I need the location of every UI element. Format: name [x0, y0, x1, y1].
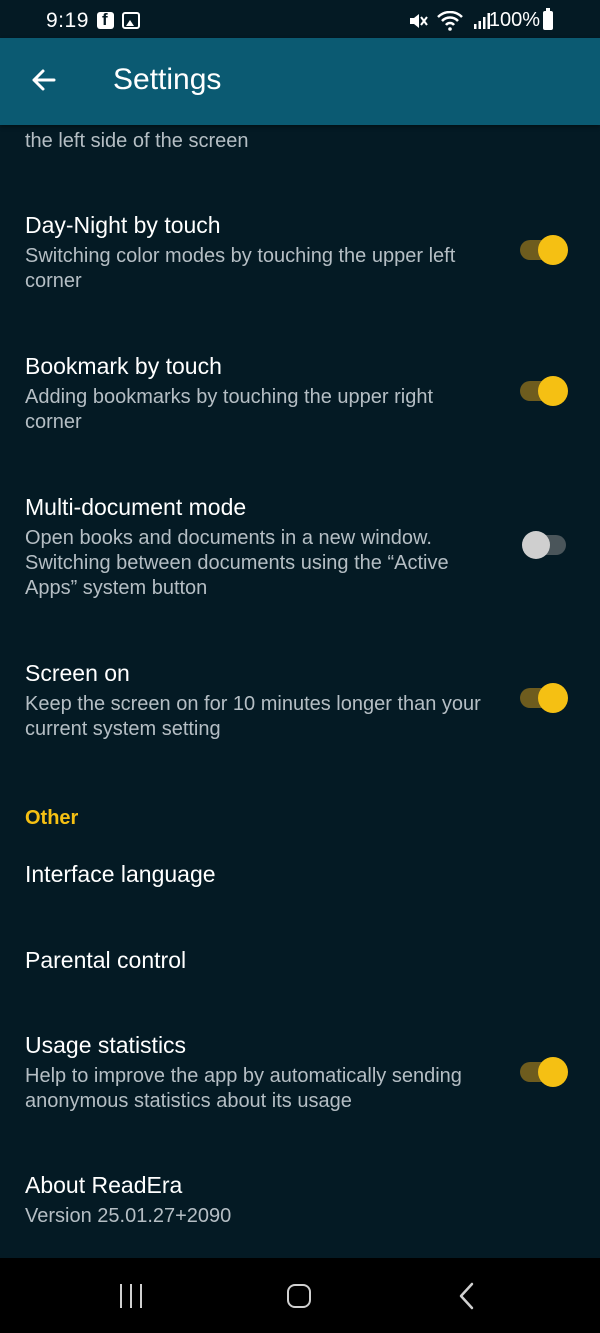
settings-item-title: About ReadEra — [25, 1172, 183, 1198]
settings-item-description: Version 25.01.27+2090 — [25, 1205, 232, 1227]
arrow-left-icon — [32, 69, 56, 91]
system-navigation-bar — [0, 1258, 600, 1333]
status-icons — [408, 10, 491, 32]
app-bar: Settings — [0, 38, 600, 125]
section-header-other: Other — [25, 807, 79, 829]
recent-apps-icon[interactable] — [118, 1284, 146, 1308]
settings-item-parental-control[interactable]: Parental control — [0, 931, 600, 991]
settings-item-partial[interactable]: the left side of the screen — [0, 125, 600, 165]
battery-icon — [543, 8, 553, 30]
status-time: 9:19 — [46, 9, 89, 32]
battery-percent: 100% — [488, 9, 540, 31]
photo-icon — [122, 12, 140, 29]
settings-item-title: Bookmark by touch — [25, 353, 222, 379]
status-bar: 9:19 f 100% — [0, 0, 600, 38]
settings-item-day-night[interactable]: Day-Night by touch Switching color modes… — [0, 205, 600, 305]
settings-item-about[interactable]: About ReadEra Version 25.01.27+2090 — [0, 1165, 600, 1245]
settings-item-title: Day-Night by touch — [25, 212, 221, 238]
settings-item-bookmark[interactable]: Bookmark by touch Adding bookmarks by to… — [0, 346, 600, 446]
settings-item-title: Parental control — [25, 947, 187, 973]
settings-item-description: Adding bookmarks by touching the upper r… — [25, 386, 434, 433]
settings-item-description: Keep the screen on for 10 minutes longer… — [25, 693, 481, 740]
settings-item-usage-statistics[interactable]: Usage statistics Help to improve the app… — [0, 1025, 600, 1125]
page-title: Settings — [113, 63, 222, 96]
settings-item-interface-language[interactable]: Interface language — [0, 845, 600, 905]
settings-item-title: Multi-document mode — [25, 494, 247, 520]
multi-document-toggle[interactable] — [518, 528, 570, 562]
wifi-icon — [437, 10, 464, 31]
settings-item-title: Interface language — [25, 861, 216, 887]
settings-item-title: Screen on — [25, 660, 130, 686]
bookmark-toggle[interactable] — [518, 374, 570, 408]
day-night-toggle[interactable] — [518, 233, 570, 267]
settings-item-description: Open books and documents in a new window… — [25, 527, 449, 599]
facebook-icon: f — [97, 10, 114, 29]
settings-item-description: the left side of the screen — [25, 130, 249, 152]
settings-item-multi-document[interactable]: Multi-document mode Open books and docum… — [0, 487, 600, 612]
settings-item-screen-on[interactable]: Screen on Keep the screen on for 10 minu… — [0, 653, 600, 753]
screen-on-toggle[interactable] — [518, 681, 570, 715]
usage-statistics-toggle[interactable] — [518, 1055, 570, 1089]
home-icon[interactable] — [287, 1284, 311, 1308]
back-icon[interactable] — [455, 1282, 479, 1310]
settings-item-title: Usage statistics — [25, 1032, 187, 1058]
mute-icon — [410, 13, 428, 28]
back-button[interactable] — [24, 60, 64, 100]
settings-item-description: Switching color modes by touching the up… — [25, 245, 456, 292]
settings-item-description: Help to improve the app by automatically… — [25, 1065, 462, 1112]
settings-list[interactable]: the left side of the screen Day-Night by… — [0, 125, 600, 1258]
